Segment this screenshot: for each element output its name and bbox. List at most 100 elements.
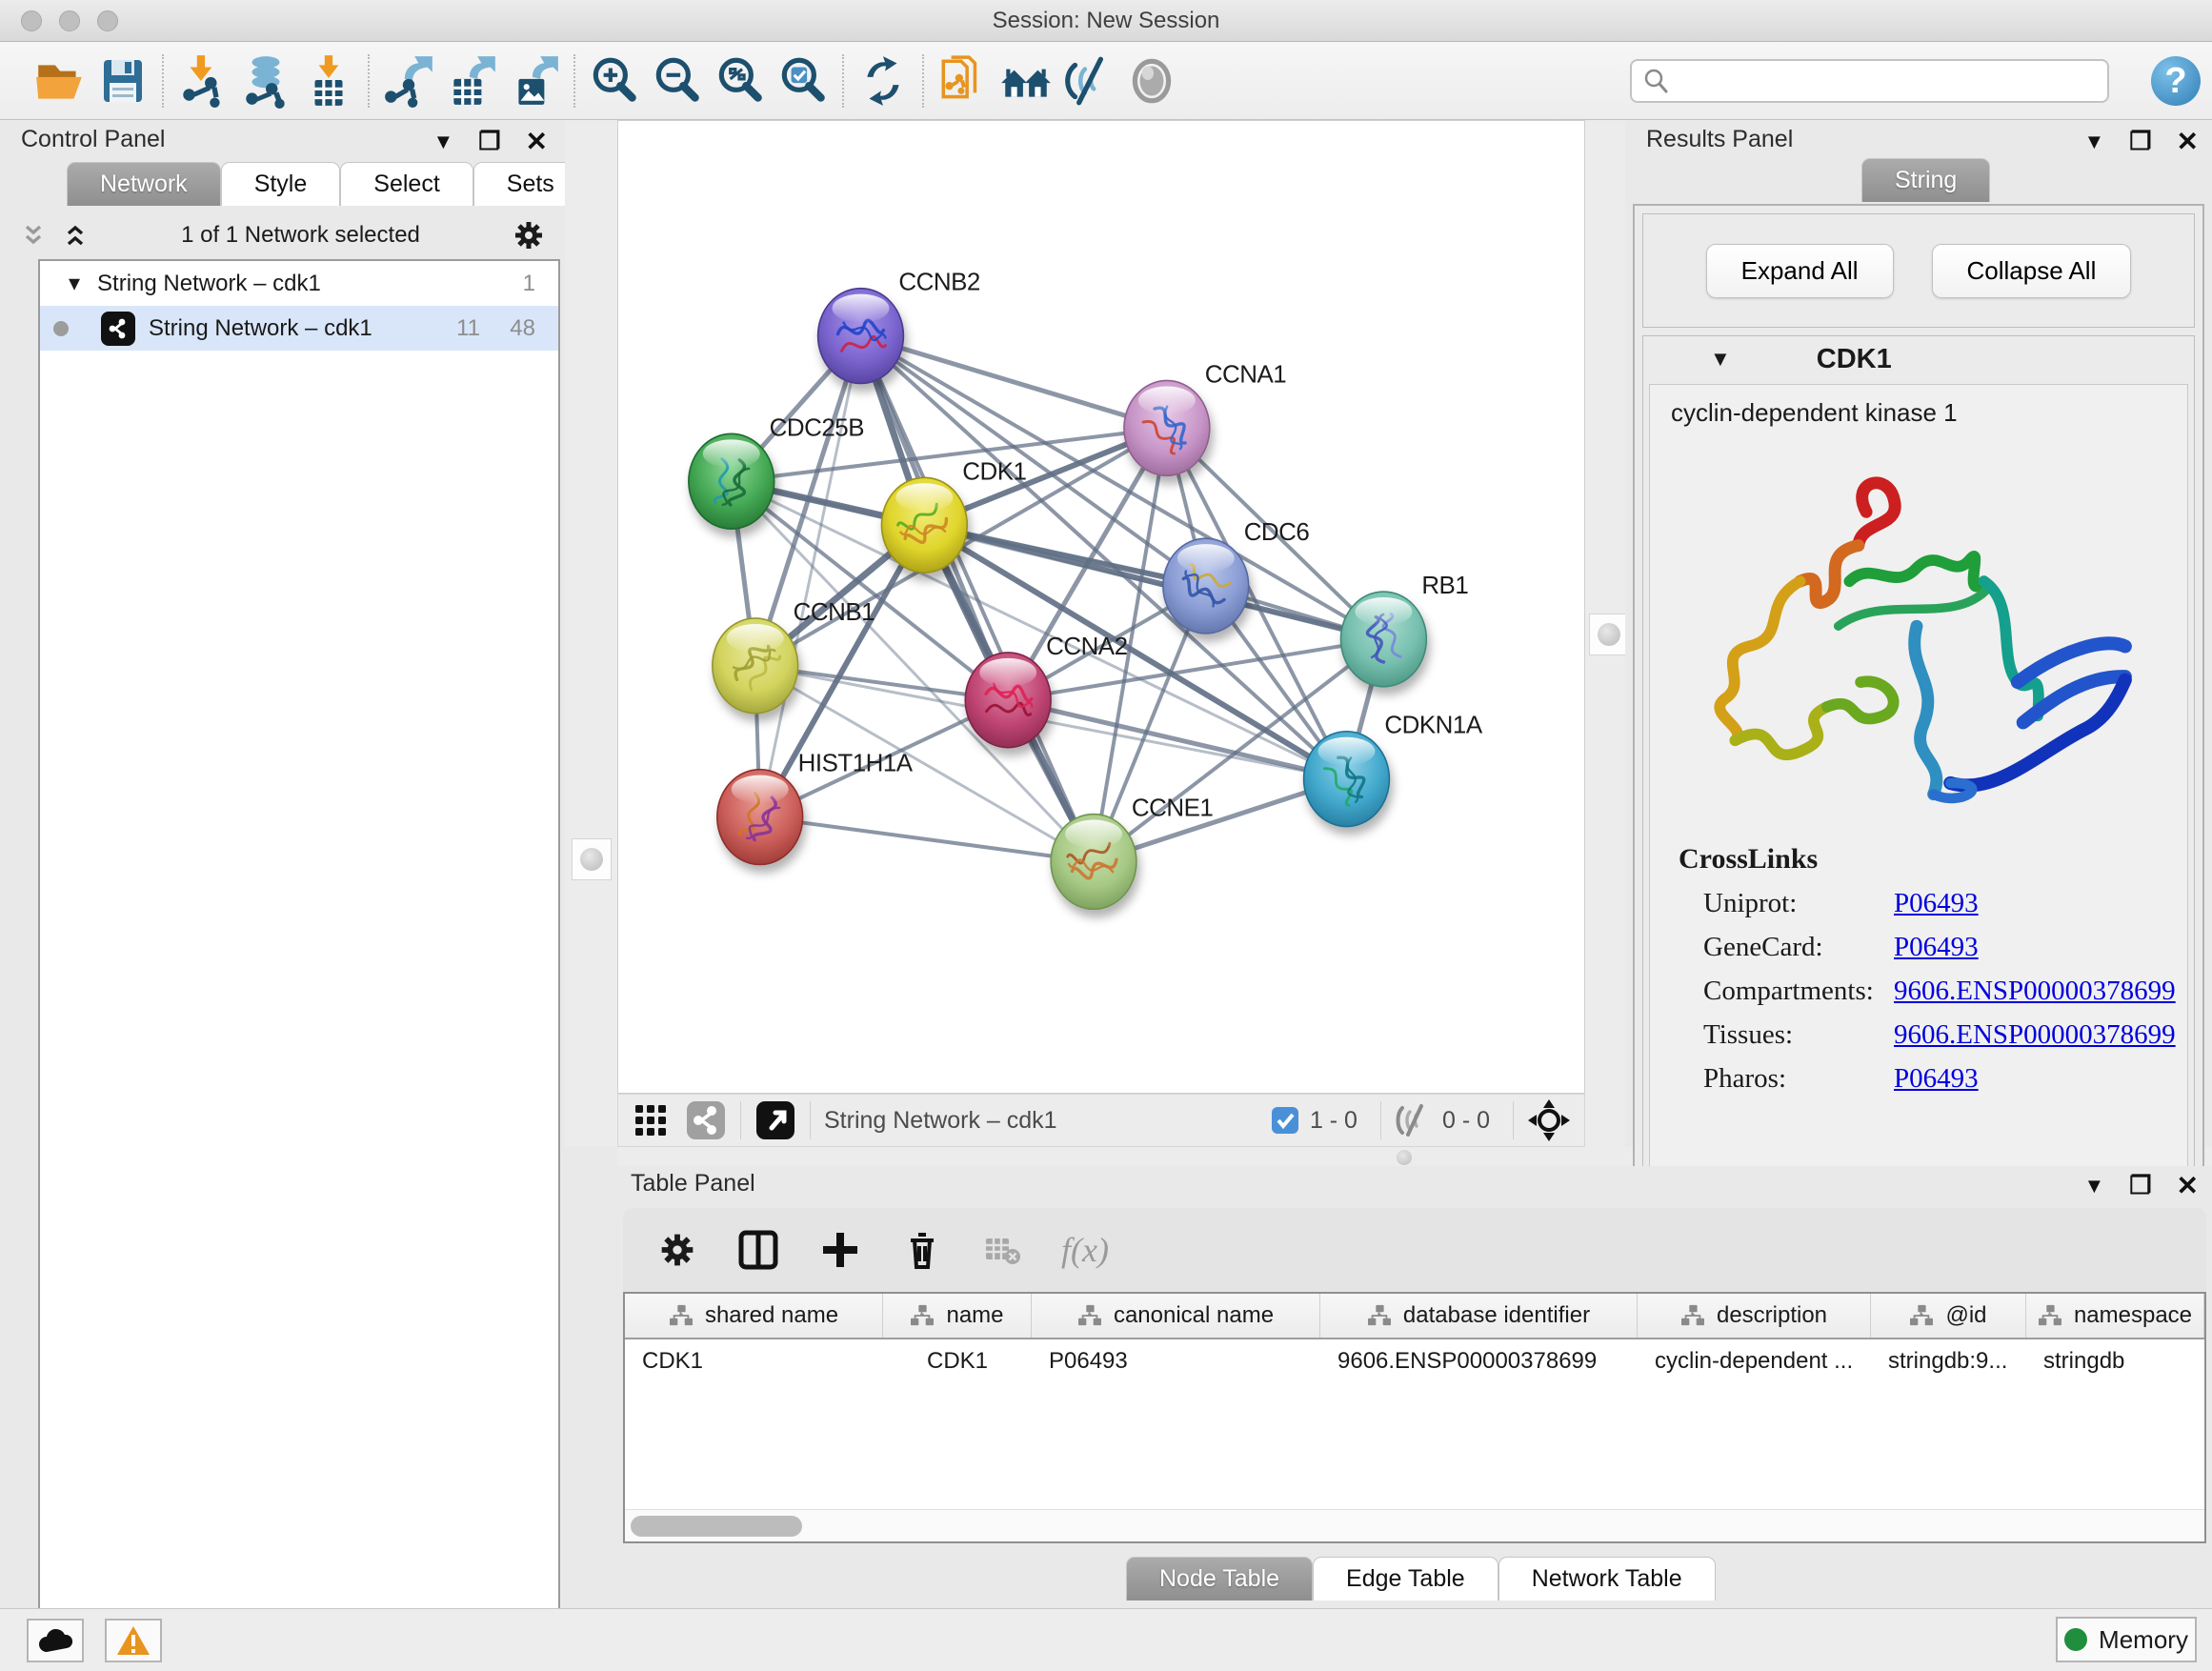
network-node[interactable] (818, 289, 904, 384)
close-panel-icon[interactable]: ✕ (526, 126, 548, 157)
fit-content-icon[interactable] (1527, 1098, 1571, 1142)
node-label: RB1 (1421, 573, 1468, 599)
scrollbar-thumb[interactable] (631, 1516, 802, 1537)
memory-button[interactable]: Memory (2056, 1617, 2197, 1662)
save-session-icon[interactable] (91, 50, 154, 112)
collapse-all-icon[interactable] (19, 221, 48, 250)
float-panel-icon[interactable]: ❐ (2129, 127, 2151, 156)
table-options-gear-icon[interactable] (657, 1230, 697, 1270)
left-splitter[interactable] (565, 120, 617, 1147)
crosslink-link[interactable]: P06493 (1894, 932, 1979, 963)
network-node[interactable] (713, 618, 798, 714)
search-input[interactable] (1670, 67, 2080, 95)
selected-checkbox-icon[interactable] (1270, 1105, 1300, 1136)
export-network-icon[interactable] (377, 50, 440, 112)
network-view-name: String Network – cdk1 (824, 1107, 1057, 1135)
table-row[interactable]: CDK1CDK1P064939606.ENSP00000378699cyclin… (625, 1339, 2204, 1383)
network-node[interactable] (881, 477, 967, 573)
panel-menu-icon[interactable]: ▼ (2083, 1174, 2104, 1198)
open-in-window-icon[interactable] (754, 1099, 796, 1141)
tab-string[interactable]: String (1861, 158, 1990, 202)
collection-label: String Network – cdk1 (97, 271, 321, 297)
warning-status-button[interactable] (105, 1619, 162, 1662)
tab-select[interactable]: Select (340, 162, 473, 206)
column-type-icon (1680, 1304, 1705, 1327)
tab-network-table[interactable]: Network Table (1498, 1557, 1716, 1601)
node-table: shared namenamecanonical namedatabase id… (623, 1292, 2206, 1543)
float-panel-icon[interactable]: ❐ (478, 127, 500, 156)
network-icon (101, 312, 135, 346)
network-node[interactable] (689, 433, 774, 529)
export-image-icon[interactable] (503, 50, 566, 112)
open-session-icon[interactable] (29, 50, 91, 112)
help-icon[interactable]: ? (2151, 56, 2201, 106)
network-node[interactable] (1124, 380, 1210, 475)
import-table-icon[interactable] (297, 50, 360, 112)
crosslink-link[interactable]: 9606.ENSP00000378699 (1894, 1019, 2176, 1051)
crosslink-link[interactable]: P06493 (1894, 888, 1979, 919)
export-table-icon[interactable] (440, 50, 503, 112)
crosslink-link[interactable]: P06493 (1894, 1063, 1979, 1095)
zoom-selected-icon[interactable] (772, 50, 835, 112)
expand-all-button[interactable]: Expand All (1706, 244, 1894, 298)
gene-entry-header[interactable]: ▼ CDK1 (1643, 336, 2194, 382)
crosslink-link[interactable]: 9606.ENSP00000378699 (1894, 976, 2176, 1007)
grid-view-icon[interactable] (632, 1101, 670, 1139)
network-node[interactable] (1341, 592, 1427, 687)
network-canvas[interactable]: CCNB2CCNA1CDC25BCDK1CDC6RB1CCNB1CCNA2CDK… (617, 120, 1585, 1094)
collapse-all-button[interactable]: Collapse All (1932, 244, 2132, 298)
tab-node-table[interactable]: Node Table (1126, 1557, 1313, 1601)
string-home-icon[interactable] (995, 50, 1057, 112)
zoom-in-icon[interactable] (583, 50, 646, 112)
network-node[interactable] (717, 770, 803, 865)
tab-edge-table[interactable]: Edge Table (1313, 1557, 1498, 1601)
network-node[interactable] (1051, 815, 1136, 910)
zoom-fit-icon[interactable] (709, 50, 772, 112)
network-node[interactable] (1304, 732, 1390, 827)
column-header-database-identifier[interactable]: database identifier (1320, 1294, 1638, 1338)
float-panel-icon[interactable]: ❐ (2129, 1171, 2151, 1200)
network-node[interactable] (1163, 538, 1249, 634)
panel-menu-icon[interactable]: ▼ (432, 130, 453, 154)
show-all-icon[interactable] (1120, 50, 1183, 112)
import-network-database-icon[interactable] (234, 50, 297, 112)
network-edge[interactable] (860, 336, 1166, 429)
zoom-out-icon[interactable] (646, 50, 709, 112)
column-type-icon (1909, 1304, 1934, 1327)
column-header-name[interactable]: name (883, 1294, 1032, 1338)
delete-table-icon (983, 1231, 1021, 1269)
network-edge[interactable] (760, 817, 1094, 862)
refresh-icon[interactable] (852, 50, 915, 112)
column-header-description[interactable]: description (1638, 1294, 1871, 1338)
column-type-icon (2038, 1304, 2062, 1327)
tree-expander-icon[interactable]: ▾ (69, 270, 80, 297)
network-collection-row[interactable]: ▾ String Network – cdk1 1 (40, 261, 558, 306)
network-row[interactable]: String Network – cdk1 11 48 (40, 306, 558, 351)
panel-menu-icon[interactable]: ▼ (2083, 130, 2104, 154)
delete-column-icon[interactable] (901, 1229, 943, 1271)
network-node[interactable] (965, 653, 1051, 748)
collapse-entry-icon[interactable]: ▼ (1710, 347, 1731, 372)
hidden-eye-icon (1395, 1104, 1433, 1137)
column-header-namespace[interactable]: namespace (2026, 1294, 2204, 1338)
column-header--id[interactable]: @id (1871, 1294, 2026, 1338)
show-columns-icon[interactable] (737, 1229, 779, 1271)
tab-network[interactable]: Network (67, 162, 221, 206)
network-edge[interactable] (760, 336, 861, 817)
node-label: CCNA2 (1046, 634, 1127, 660)
hide-selected-icon[interactable] (1057, 50, 1120, 112)
cloud-status-button[interactable] (27, 1619, 84, 1662)
column-header-canonical-name[interactable]: canonical name (1032, 1294, 1320, 1338)
string-document-icon[interactable] (932, 50, 995, 112)
gear-icon[interactable] (512, 218, 546, 252)
import-network-icon[interactable] (171, 50, 234, 112)
table-horizontal-scrollbar[interactable] (625, 1509, 2204, 1541)
close-panel-icon[interactable]: ✕ (2177, 1170, 2199, 1201)
expand-all-icon[interactable] (61, 221, 90, 250)
node-label: CDC25B (770, 414, 864, 441)
tab-style[interactable]: Style (221, 162, 341, 206)
network-view-icon[interactable] (685, 1099, 727, 1141)
close-panel-icon[interactable]: ✕ (2177, 126, 2199, 157)
add-column-icon[interactable] (819, 1229, 861, 1271)
column-header-shared-name[interactable]: shared name (625, 1294, 883, 1338)
